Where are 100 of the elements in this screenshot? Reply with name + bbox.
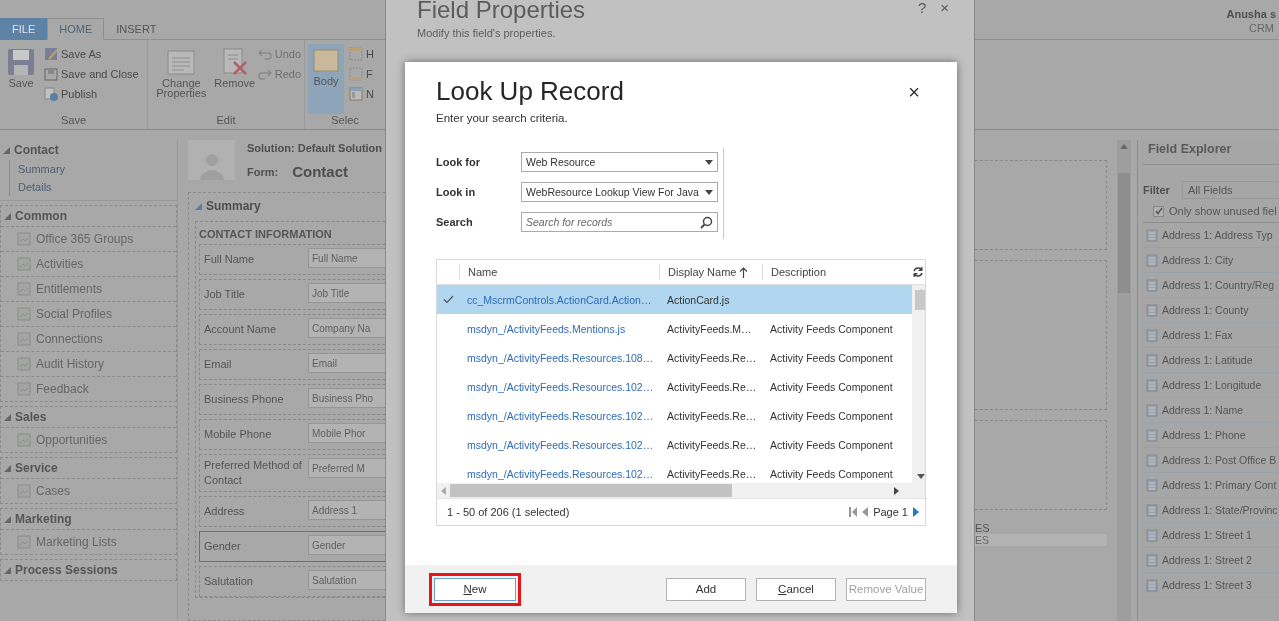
input-field[interactable]: Salutation: [308, 570, 385, 590]
input-field[interactable]: Address 1: [308, 500, 385, 520]
ribbon-button[interactable]: Remove: [216, 44, 253, 114]
field-list-item[interactable]: Address 1: City: [1143, 248, 1279, 273]
form-field[interactable]: Address Address 1: [199, 496, 385, 527]
field-list-item[interactable]: Address 1: Street 1: [1143, 523, 1279, 548]
input-field[interactable]: Email: [308, 353, 385, 373]
nav-section-title[interactable]: Sales: [1, 407, 176, 427]
field-list-item[interactable]: Address 1: Name: [1143, 398, 1279, 423]
record-link[interactable]: msdyn_/ActivityFeeds.Mentions.js: [459, 322, 659, 335]
field-list-item[interactable]: Address 1: Post Office B: [1143, 448, 1279, 473]
field-list-item[interactable]: Address 1: Primary Cont: [1143, 473, 1279, 498]
entity-icon: [17, 382, 31, 396]
ribbon-tab[interactable]: INSERT: [104, 18, 169, 40]
input-field[interactable]: Full Name: [308, 248, 385, 268]
record-link[interactable]: msdyn_/ActivityFeeds.Resources.102…: [459, 438, 659, 451]
field-list-item[interactable]: Address 1: Fax: [1143, 323, 1279, 348]
field-list-item[interactable]: Address 1: Longitude: [1143, 373, 1279, 398]
nav-item[interactable]: Opportunities: [1, 427, 176, 452]
input-field[interactable]: Company Na: [308, 318, 385, 338]
field-list-item[interactable]: Address 1: County: [1143, 298, 1279, 323]
vertical-scrollbar[interactable]: [1117, 140, 1131, 621]
record-link[interactable]: msdyn_/ActivityFeeds.Resources.102…: [459, 467, 659, 480]
record-link[interactable]: msdyn_/ActivityFeeds.Resources.102…: [459, 409, 659, 422]
nav-item[interactable]: Activities: [1, 251, 176, 276]
entity-icon: [17, 232, 31, 246]
form-field[interactable]: Mobile Phone Mobile Phor: [199, 419, 385, 450]
horizontal-scrollbar[interactable]: [437, 483, 925, 498]
form-field[interactable]: Account Name Company Na: [199, 314, 385, 345]
input-field[interactable]: Gender: [308, 535, 385, 555]
input-field[interactable]: Job Title: [308, 283, 385, 303]
nav-link[interactable]: Details: [9, 178, 177, 196]
ribbon-button[interactable]: Change Properties: [151, 44, 212, 114]
nav-item[interactable]: Audit History: [1, 351, 176, 376]
ribbon-button[interactable]: Body: [308, 44, 344, 114]
form-field[interactable]: Gender Gender: [199, 531, 385, 562]
nav-item[interactable]: Feedback: [1, 376, 176, 401]
dialog-button[interactable]: Add: [666, 577, 746, 601]
record-link[interactable]: msdyn_/ActivityFeeds.Resources.102…: [459, 380, 659, 393]
input-field[interactable]: Business Pho: [308, 388, 385, 408]
file-menu-tab[interactable]: FILE: [0, 18, 48, 40]
input-field[interactable]: Mobile Phor: [308, 423, 385, 443]
ribbon-button[interactable]: F: [349, 67, 374, 81]
field-list-item[interactable]: Address 1: Address Typ: [1143, 223, 1279, 248]
nav-item[interactable]: Social Profiles: [1, 301, 176, 326]
form-field[interactable]: Job Title Job Title: [199, 279, 385, 310]
dialog-button[interactable]: Cancel: [756, 577, 836, 601]
dropdown-field[interactable]: Web Resource: [521, 152, 718, 172]
input-field[interactable]: ES: [975, 534, 1107, 546]
form-field[interactable]: Full Name Full Name: [199, 244, 385, 275]
form-field[interactable]: Preferred Method of Contact Preferred M: [199, 454, 385, 492]
record-link[interactable]: cc_MscrmControls.ActionCard.Action…: [459, 293, 659, 306]
scrollbar-thumb[interactable]: [450, 484, 732, 497]
vertical-scrollbar[interactable]: [912, 285, 925, 483]
nav-item[interactable]: Cases: [1, 478, 176, 503]
ribbon-button[interactable]: N: [349, 87, 374, 101]
ribbon-tab[interactable]: HOME: [47, 18, 105, 40]
form-field[interactable]: Salutation Salutation: [199, 566, 385, 597]
field-list-item[interactable]: Address 1: Phone: [1143, 423, 1279, 448]
ribbon-button[interactable]: Save and Close: [44, 67, 139, 81]
scroll-left-icon: [441, 486, 446, 495]
nav-item[interactable]: Marketing Lists: [1, 529, 176, 554]
nav-section-title[interactable]: Common: [1, 206, 176, 226]
filter-dropdown[interactable]: All Fields: [1181, 181, 1279, 199]
nav-section-title[interactable]: Process Sessions: [1, 560, 176, 580]
form-field[interactable]: Business Phone Business Pho: [199, 384, 385, 415]
nav-section-title[interactable]: Marketing: [1, 509, 176, 529]
dropdown-field[interactable]: WebResource Lookup View For Java: [521, 182, 718, 202]
scrollbar-thumb[interactable]: [915, 290, 925, 310]
field-list-item[interactable]: Address 1: Street 3: [1143, 573, 1279, 598]
field-icon: [1146, 378, 1158, 392]
field-list-item[interactable]: Address 1: Country/Reg: [1143, 273, 1279, 298]
ribbon-button[interactable]: Save As: [44, 47, 139, 61]
record-link[interactable]: msdyn_/ActivityFeeds.Resources.108…: [459, 351, 659, 364]
new-button[interactable]: New: [434, 577, 516, 601]
nav-section-title[interactable]: Service: [1, 458, 176, 478]
input-field[interactable]: Preferred M: [308, 458, 385, 478]
column-header[interactable]: Display Name: [659, 264, 762, 280]
nav-item[interactable]: Office 365 Groups: [1, 226, 176, 251]
form-field[interactable]: Email Email: [199, 349, 385, 380]
scrollbar-thumb[interactable]: [1118, 173, 1130, 293]
search-field[interactable]: Search for records: [521, 212, 718, 232]
help-button[interactable]: ?: [917, 0, 927, 62]
close-button[interactable]: ×: [908, 82, 920, 102]
ribbon-button[interactable]: Save: [3, 44, 39, 114]
nav-item[interactable]: Connections: [1, 326, 176, 351]
ribbon-button[interactable]: Publish: [44, 87, 139, 101]
field-list-item[interactable]: Address 1: Latitude: [1143, 348, 1279, 373]
grid-row[interactable]: cc_MscrmControls.ActionCard.Action… ActionCard.js: [437, 285, 912, 314]
checkbox[interactable]: [1153, 205, 1164, 217]
column-header[interactable]: Name: [459, 264, 659, 280]
nav-link[interactable]: Summary: [9, 160, 177, 178]
field-list-item[interactable]: Address 1: Street 2: [1143, 548, 1279, 573]
nav-section-title[interactable]: Contact: [0, 140, 177, 160]
column-header[interactable]: Description: [762, 264, 912, 280]
ribbon-button[interactable]: H: [349, 47, 374, 61]
nav-item[interactable]: Entitlements: [1, 276, 176, 301]
field-list-item[interactable]: Address 1: State/Provinc: [1143, 498, 1279, 523]
close-button[interactable]: ×: [940, 0, 949, 62]
scroll-right-icon: [894, 486, 899, 495]
